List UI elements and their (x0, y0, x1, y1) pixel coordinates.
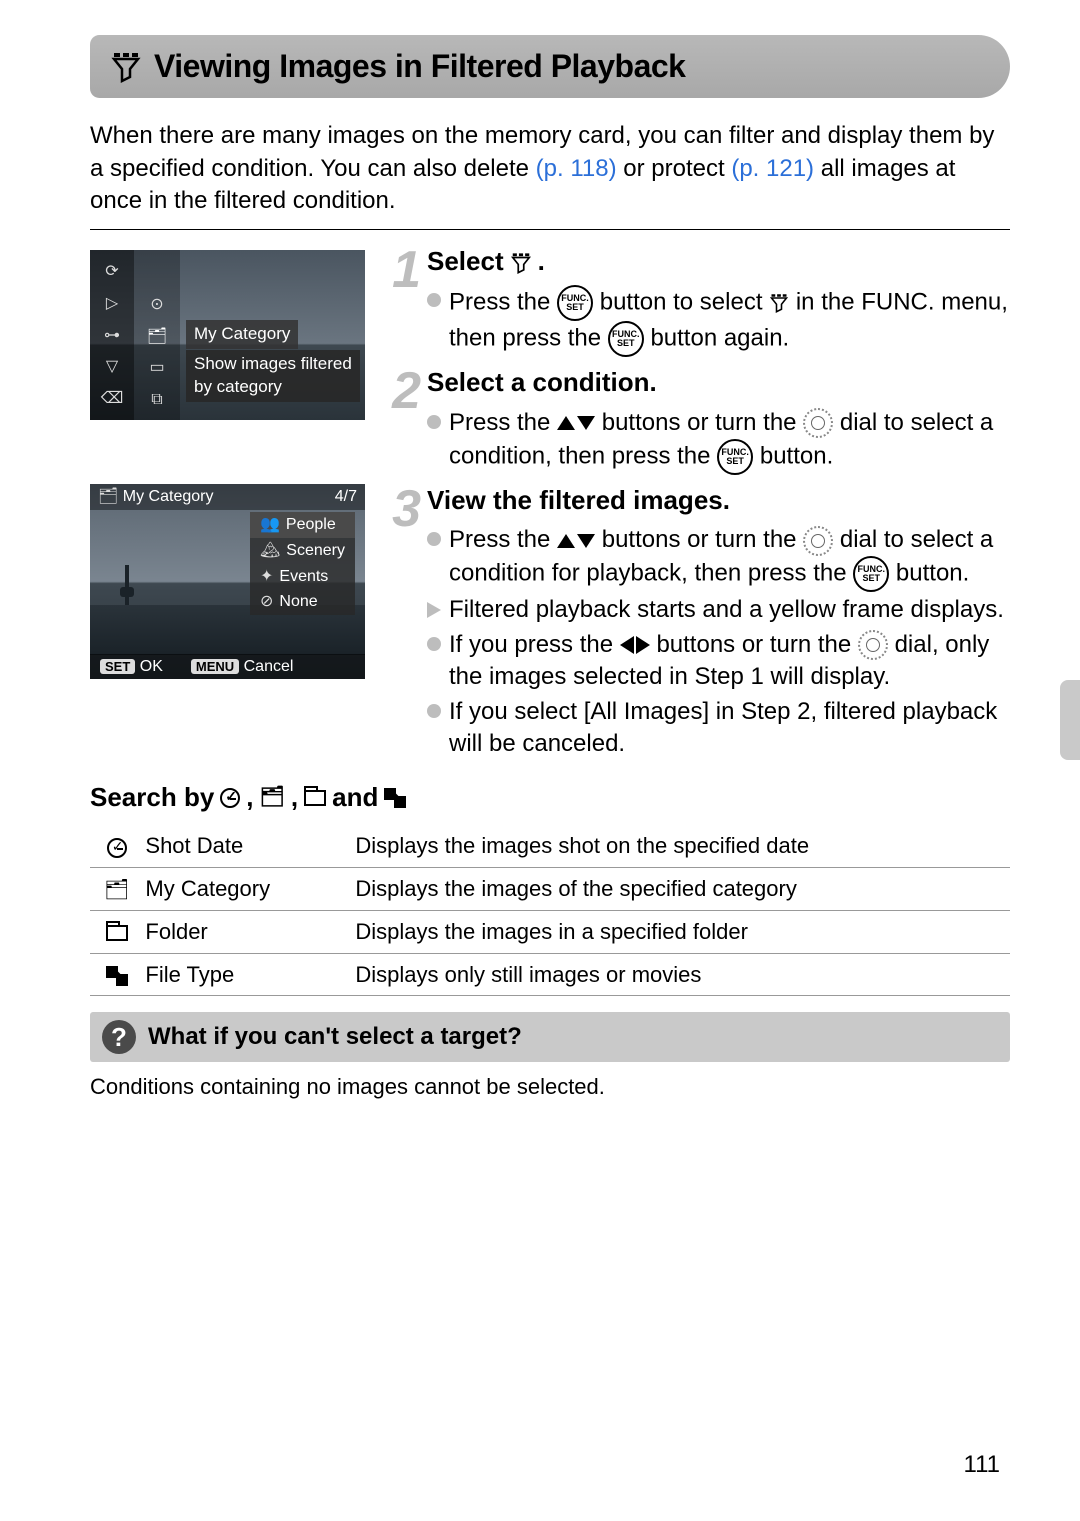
key-icon: ⊶ (104, 325, 120, 347)
search-desc: Displays the images of the specified cat… (347, 868, 1010, 911)
table-row: 🗂 My Category Displays the images of the… (90, 868, 1010, 911)
option-people: 👥People (250, 512, 355, 538)
intro-text-2: or protect (617, 155, 732, 182)
option-events: ✦Events (250, 564, 355, 590)
rotate-icon: ⟳ (105, 261, 118, 283)
shot-date-icon (220, 788, 240, 808)
folder-icon (106, 925, 128, 941)
search-name: File Type (137, 953, 347, 996)
menu-label: My Category (186, 320, 298, 349)
step-1: 1 Select . Press the FUNC.SET button to … (387, 244, 1010, 359)
filter-small-icon: ▽ (106, 356, 118, 378)
bullet-icon (427, 415, 441, 429)
filter-icon-inline (510, 244, 532, 279)
search-by-heading: Search by , 🗂, and (90, 780, 1010, 815)
file-type-icon (384, 788, 406, 808)
step-3-line-2: Filtered playback starts and a yellow fr… (427, 594, 1010, 626)
step-2: 2 Select a condition. Press the buttons … (387, 365, 1010, 476)
scenery-icon: 🏔 (260, 540, 280, 562)
filter-icon-inline (769, 289, 789, 316)
clock-menu-icon: ⊙ (150, 294, 163, 316)
search-name: Shot Date (137, 825, 347, 867)
bullet-icon (427, 637, 441, 651)
shot2-set-ok: SET OK (100, 656, 163, 678)
page-title: Viewing Images in Filtered Playback (154, 45, 685, 88)
up-down-buttons-icon (557, 416, 595, 430)
file-type-icon (106, 966, 128, 986)
func-set-button-icon: FUNC.SET (717, 439, 753, 475)
search-name: My Category (137, 868, 347, 911)
shot2-title: 🗂 My Category (98, 486, 213, 508)
play-icon: ▷ (106, 293, 118, 315)
filetype-menu-icon: ⧉ (151, 389, 162, 411)
option-none: ⊘None (250, 589, 355, 615)
search-desc: Displays the images in a specified folde… (347, 910, 1010, 953)
category-menu-icon: 🗂 (147, 326, 167, 348)
triangle-bullet-icon (427, 602, 441, 618)
tip-body: Conditions containing no images cannot b… (90, 1072, 1010, 1102)
search-desc: Displays the images shot on the specifie… (347, 825, 1010, 867)
question-mark-icon: ? (102, 1020, 136, 1054)
table-row: File Type Displays only still images or … (90, 953, 1010, 996)
func-set-button-icon: FUNC.SET (853, 556, 889, 592)
shot2-counter: 4/7 (335, 486, 357, 508)
search-by-table: Shot Date Displays the images shot on th… (90, 825, 1010, 996)
category-icon: 🗂 (260, 784, 285, 811)
none-icon: ⊘ (260, 591, 273, 613)
tip-title: What if you can't select a target? (148, 1021, 522, 1053)
tip-heading-bar: ? What if you can't select a target? (90, 1012, 1010, 1062)
page-title-bar: Viewing Images in Filtered Playback (90, 35, 1010, 98)
control-dial-icon (858, 630, 888, 660)
bullet-icon (427, 532, 441, 546)
step-3-title: View the filtered images. (427, 483, 1010, 518)
option-scenery: 🏔Scenery (250, 538, 355, 564)
people-icon: 👥 (260, 514, 280, 536)
folder-menu-icon: ▭ (149, 357, 164, 379)
events-icon: ✦ (260, 566, 273, 588)
folder-icon (304, 790, 326, 806)
camera-screenshot-menu: ⟳ ▷ ⊶ ▽ ⌫ ⊙ 🗂 ▭ ⧉ My Category Show image… (90, 250, 365, 420)
step-number-2: 2 (387, 365, 421, 476)
page-number: 111 (964, 1449, 1000, 1481)
category-options: 👥People 🏔Scenery ✦Events ⊘None (250, 512, 355, 614)
camera-screenshot-category: 🗂 My Category 4/7 👥People 🏔Scenery ✦Even… (90, 484, 365, 679)
control-dial-icon (803, 526, 833, 556)
link-p121[interactable]: (p. 121) (731, 155, 814, 182)
step-number-1: 1 (387, 244, 421, 359)
link-p118[interactable]: (p. 118) (536, 155, 617, 182)
func-set-button-icon: FUNC.SET (608, 321, 644, 357)
func-set-button-icon: FUNC.SET (557, 285, 593, 321)
shot-date-icon (107, 838, 127, 858)
table-row: Shot Date Displays the images shot on th… (90, 825, 1010, 867)
category-icon: 🗂 (104, 877, 129, 904)
up-down-buttons-icon (557, 534, 595, 548)
category-top-icon: 🗂 (98, 488, 118, 505)
table-row: Folder Displays the images in a specifie… (90, 910, 1010, 953)
step-3-line-1: Press the buttons or turn the dial to se… (427, 524, 1010, 592)
menu-description: Show images filtered by category (186, 350, 360, 402)
bullet-icon (427, 704, 441, 718)
search-name: Folder (137, 910, 347, 953)
step-1-title: Select . (427, 244, 1010, 279)
filter-playback-icon (110, 51, 142, 83)
search-desc: Displays only still images or movies (347, 953, 1010, 996)
step-2-line-1: Press the buttons or turn the dial to se… (427, 407, 1010, 475)
left-right-buttons-icon (620, 636, 650, 654)
bullet-icon (427, 293, 441, 307)
step-3-line-4: If you select [All Images] in Step 2, fi… (427, 696, 1010, 761)
step-3-line-3: If you press the buttons or turn the dia… (427, 629, 1010, 694)
step-3: 3 View the filtered images. Press the bu… (387, 483, 1010, 762)
divider (90, 229, 1010, 230)
intro-paragraph: When there are many images on the memory… (90, 120, 1010, 217)
trash-icon: ⌫ (101, 388, 124, 410)
step-1-line-1: Press the FUNC.SET button to select in t… (427, 285, 1010, 357)
section-tab (1060, 680, 1080, 760)
control-dial-icon (803, 408, 833, 438)
step-number-3: 3 (387, 483, 421, 762)
shot2-menu-cancel: MENU Cancel (191, 656, 294, 678)
step-2-title: Select a condition. (427, 365, 1010, 400)
